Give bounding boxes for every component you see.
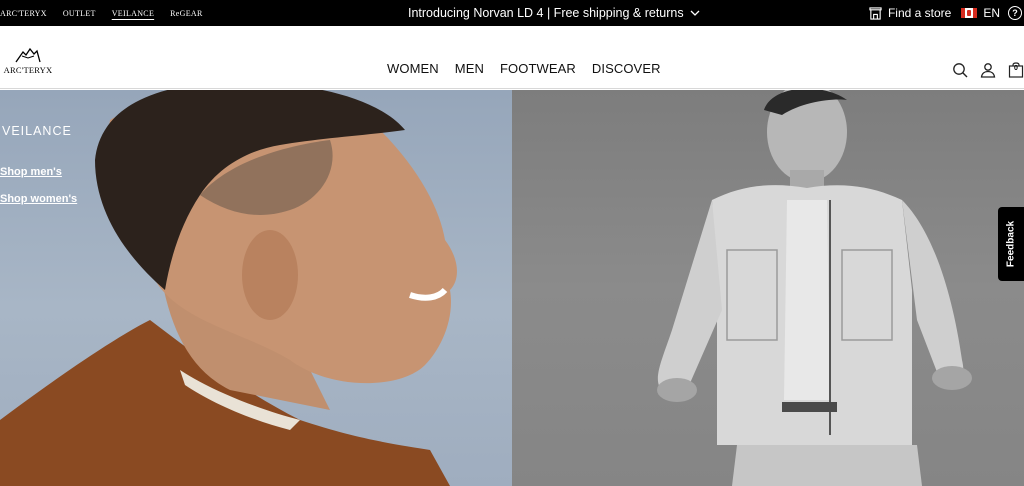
nav-footwear[interactable]: FOOTWEAR — [500, 61, 576, 76]
brand-links: ARC'TERYX OUTLET VEILANCE ReGEAR — [0, 0, 219, 26]
canada-flag-icon — [961, 8, 978, 18]
profile-portrait-image — [0, 90, 457, 486]
nav-discover[interactable]: DISCOVER — [592, 61, 661, 76]
veilance-logo: VEILANCE — [2, 124, 72, 138]
account-icon[interactable] — [980, 62, 996, 78]
nav-women[interactable]: WOMEN — [387, 61, 439, 76]
brand-link-regear[interactable]: ReGEAR — [170, 9, 202, 18]
feedback-tab[interactable]: Feedback — [998, 207, 1024, 281]
brand-link-outlet[interactable]: OUTLET — [63, 9, 96, 18]
standing-model-image — [657, 90, 972, 486]
arcteryx-logo[interactable]: ARC'TERYX — [2, 46, 54, 82]
brand-link-veilance[interactable]: VEILANCE — [112, 9, 154, 18]
language-selector[interactable]: EN — [951, 6, 1000, 20]
hero-section: VEILANCE Shop men's Shop women's — [0, 90, 1024, 486]
logo-text: ARC'TERYX — [3, 65, 53, 75]
main-header: ARC'TERYX WOMEN MEN FOOTWEAR DISCOVER 0 — [0, 26, 1024, 89]
main-nav: WOMEN MEN FOOTWEAR DISCOVER — [387, 61, 661, 76]
announcement-bar: ARC'TERYX OUTLET VEILANCE ReGEAR Introdu… — [0, 0, 1024, 26]
nav-men[interactable]: MEN — [455, 61, 484, 76]
shop-women-link[interactable]: Shop women's — [0, 193, 77, 205]
bag-count: 0 — [1014, 65, 1018, 72]
feedback-label: Feedback — [1005, 220, 1017, 268]
search-icon[interactable] — [952, 62, 968, 78]
announcement-toggle[interactable]: Introducing Norvan LD 4 | Free shipping … — [408, 0, 700, 26]
brand-link-arcteryx[interactable]: ARC'TERYX — [0, 9, 47, 18]
find-store-link[interactable]: Find a store — [869, 6, 951, 20]
utility-links: Find a store EN ? — [869, 0, 1024, 26]
bag-button[interactable]: 0 — [1008, 62, 1024, 78]
header-actions: 0 — [952, 62, 1024, 78]
shop-men-link[interactable]: Shop men's — [0, 166, 62, 178]
find-store-label: Find a store — [887, 6, 952, 20]
hero-image-right[interactable] — [512, 90, 1024, 486]
language-label: EN — [983, 6, 1000, 20]
help-icon[interactable]: ? — [1008, 6, 1022, 20]
hero-image-left[interactable]: VEILANCE Shop men's Shop women's — [0, 90, 512, 486]
chevron-down-icon — [690, 10, 700, 16]
arcteryx-logo-icon — [15, 47, 41, 63]
announcement-text: Introducing Norvan LD 4 | Free shipping … — [408, 6, 684, 20]
store-icon — [869, 6, 882, 20]
